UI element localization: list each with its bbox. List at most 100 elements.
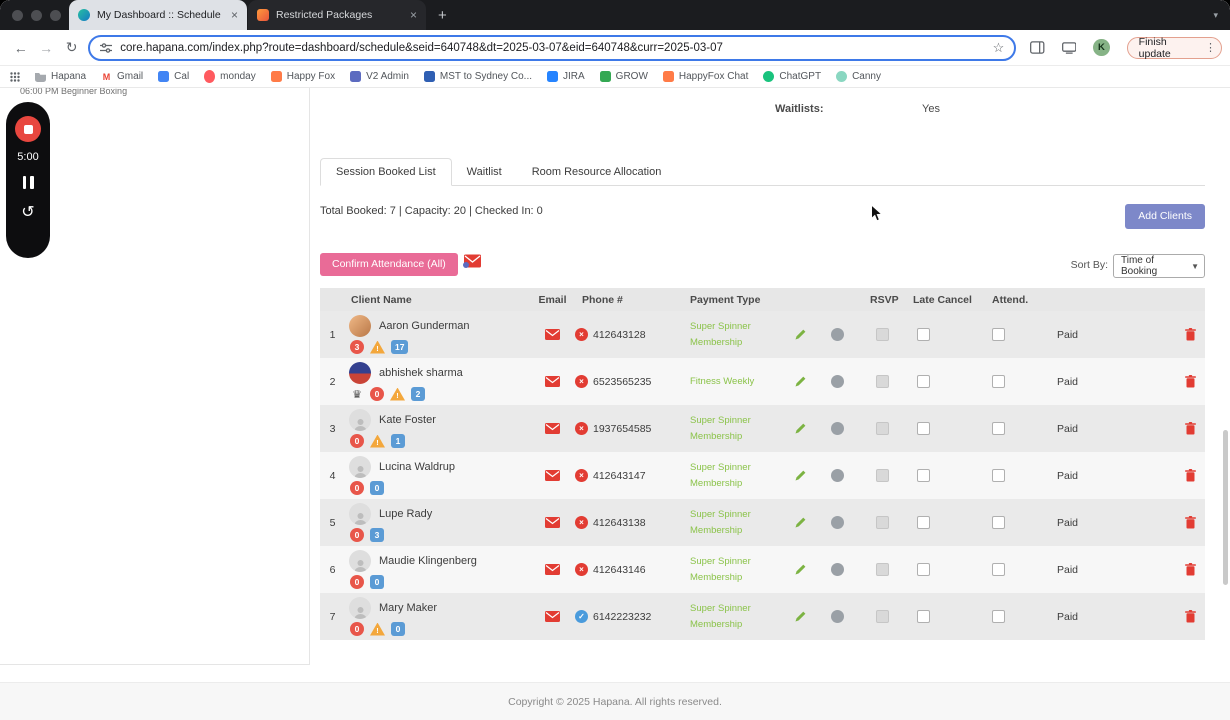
badge-red-icon: 0 xyxy=(350,528,364,542)
status-cell[interactable] xyxy=(815,422,860,435)
bookmark-item[interactable]: M Gmail xyxy=(101,71,143,82)
url-text[interactable]: core.hapana.com/index.php?route=dashboar… xyxy=(120,42,723,54)
back-button[interactable]: ← xyxy=(8,40,33,56)
email-cell[interactable] xyxy=(530,376,575,387)
pause-recording-button[interactable] xyxy=(22,176,34,189)
status-cell[interactable] xyxy=(815,610,860,623)
email-cell[interactable] xyxy=(530,423,575,434)
edit-cell[interactable] xyxy=(785,610,815,623)
bookmark-favicon-icon xyxy=(662,71,674,82)
late-cancel-checkbox[interactable] xyxy=(917,422,930,435)
delete-cell[interactable] xyxy=(1175,610,1205,623)
bookmark-item[interactable]: HappyFox Chat xyxy=(662,71,748,82)
bookmark-star-icon[interactable]: ☆ xyxy=(993,40,1005,56)
bookmark-item[interactable]: V2 Admin xyxy=(350,71,409,82)
reload-button[interactable]: ↻ xyxy=(59,39,84,56)
email-cell[interactable] xyxy=(530,470,575,481)
late-cancel-checkbox[interactable] xyxy=(917,516,930,529)
bookmark-item[interactable]: Happy Fox xyxy=(270,71,335,82)
late-cancel-checkbox[interactable] xyxy=(917,610,930,623)
profile-avatar[interactable]: K xyxy=(1093,39,1110,56)
booking-summary: Total Booked: 7 | Capacity: 20 | Checked… xyxy=(320,205,543,217)
tab-room-resource-allocation[interactable]: Room Resource Allocation xyxy=(517,159,677,185)
edit-cell[interactable] xyxy=(785,516,815,529)
side-panel-icon[interactable] xyxy=(1030,41,1045,54)
edit-cell[interactable] xyxy=(785,563,815,576)
bookmark-item[interactable]: Cal xyxy=(158,71,189,82)
finish-update-button[interactable]: Finish update ⋮ xyxy=(1126,36,1222,60)
edit-cell[interactable] xyxy=(785,328,815,341)
browser-menu-icon[interactable]: ⋮ xyxy=(1205,41,1216,54)
bookmark-item[interactable]: monday xyxy=(204,70,256,83)
status-cell[interactable] xyxy=(815,328,860,341)
email-cell[interactable] xyxy=(530,517,575,528)
attend-checkbox[interactable] xyxy=(992,516,1005,529)
delete-cell[interactable] xyxy=(1175,469,1205,482)
browser-tab-restricted-packages[interactable]: Restricted Packages × xyxy=(248,0,426,30)
cast-icon[interactable] xyxy=(1061,41,1077,54)
client-name[interactable]: abhishek sharma xyxy=(379,367,463,379)
forward-button[interactable]: → xyxy=(33,40,58,56)
attend-checkbox[interactable] xyxy=(992,469,1005,482)
attend-checkbox[interactable] xyxy=(992,563,1005,576)
attend-checkbox[interactable] xyxy=(992,422,1005,435)
email-cell[interactable] xyxy=(530,564,575,575)
add-clients-button[interactable]: Add Clients xyxy=(1125,204,1205,229)
scrollbar-thumb[interactable] xyxy=(1223,430,1228,585)
client-name[interactable]: Kate Foster xyxy=(379,414,436,426)
close-window-icon[interactable] xyxy=(12,9,23,21)
new-tab-button[interactable]: + xyxy=(438,7,447,24)
sort-by-select[interactable]: Time of Booking ▼ xyxy=(1113,254,1205,278)
address-bar[interactable]: core.hapana.com/index.php?route=dashboar… xyxy=(88,34,1017,61)
maximize-window-icon[interactable] xyxy=(50,9,61,21)
phone-cell: × 412643128 xyxy=(575,328,685,341)
tab-close-icon[interactable]: × xyxy=(231,8,238,22)
late-cancel-checkbox[interactable] xyxy=(917,375,930,388)
status-cell[interactable] xyxy=(815,516,860,529)
delete-cell[interactable] xyxy=(1175,375,1205,388)
client-name[interactable]: Maudie Klingenberg xyxy=(379,555,477,567)
late-cancel-checkbox[interactable] xyxy=(917,469,930,482)
bookmark-item[interactable]: GROW xyxy=(599,71,648,82)
bookmark-item[interactable]: JIRA xyxy=(547,71,585,82)
client-name[interactable]: Mary Maker xyxy=(379,602,437,614)
bookmark-item[interactable]: MST to Sydney Co... xyxy=(423,71,532,82)
screen-recorder-widget: 5:00 ↺ xyxy=(6,102,50,258)
attend-checkbox[interactable] xyxy=(992,328,1005,341)
delete-cell[interactable] xyxy=(1175,422,1205,435)
bookmark-item[interactable]: ChatGPT xyxy=(763,71,821,82)
tab-session-booked-list[interactable]: Session Booked List xyxy=(320,158,452,186)
bookmark-item[interactable]: Hapana xyxy=(35,71,86,82)
status-cell[interactable] xyxy=(815,375,860,388)
browser-tab-dashboard[interactable]: My Dashboard :: Schedule × xyxy=(69,0,247,30)
client-name[interactable]: Aaron Gunderman xyxy=(379,320,470,332)
tab-waitlist[interactable]: Waitlist xyxy=(452,159,517,185)
status-cell[interactable] xyxy=(815,563,860,576)
tab-search-chevron-icon[interactable]: ▾ xyxy=(1213,10,1218,21)
apps-grid-icon[interactable] xyxy=(10,71,20,82)
delete-cell[interactable] xyxy=(1175,516,1205,529)
minimize-window-icon[interactable] xyxy=(31,9,42,21)
edit-cell[interactable] xyxy=(785,469,815,482)
restart-recording-button[interactable]: ↺ xyxy=(21,205,34,221)
email-cell[interactable] xyxy=(530,329,575,340)
session-list-item[interactable]: 06:00 PM Beginner Boxing xyxy=(20,88,127,96)
client-name[interactable]: Lupe Rady xyxy=(379,508,432,520)
status-cell[interactable] xyxy=(815,469,860,482)
edit-cell[interactable] xyxy=(785,375,815,388)
stop-recording-button[interactable] xyxy=(15,116,41,142)
send-email-icon[interactable] xyxy=(463,254,481,268)
email-cell[interactable] xyxy=(530,611,575,622)
delete-cell[interactable] xyxy=(1175,563,1205,576)
client-name[interactable]: Lucina Waldrup xyxy=(379,461,455,473)
confirm-attendance-button[interactable]: Confirm Attendance (All) xyxy=(320,253,458,276)
edit-cell[interactable] xyxy=(785,422,815,435)
late-cancel-checkbox[interactable] xyxy=(917,563,930,576)
attend-checkbox[interactable] xyxy=(992,375,1005,388)
bookmark-item[interactable]: Canny xyxy=(836,71,881,82)
attend-checkbox[interactable] xyxy=(992,610,1005,623)
late-cancel-checkbox[interactable] xyxy=(917,328,930,341)
delete-cell[interactable] xyxy=(1175,328,1205,341)
window-controls[interactable] xyxy=(0,9,69,21)
tab-close-icon[interactable]: × xyxy=(410,8,417,22)
